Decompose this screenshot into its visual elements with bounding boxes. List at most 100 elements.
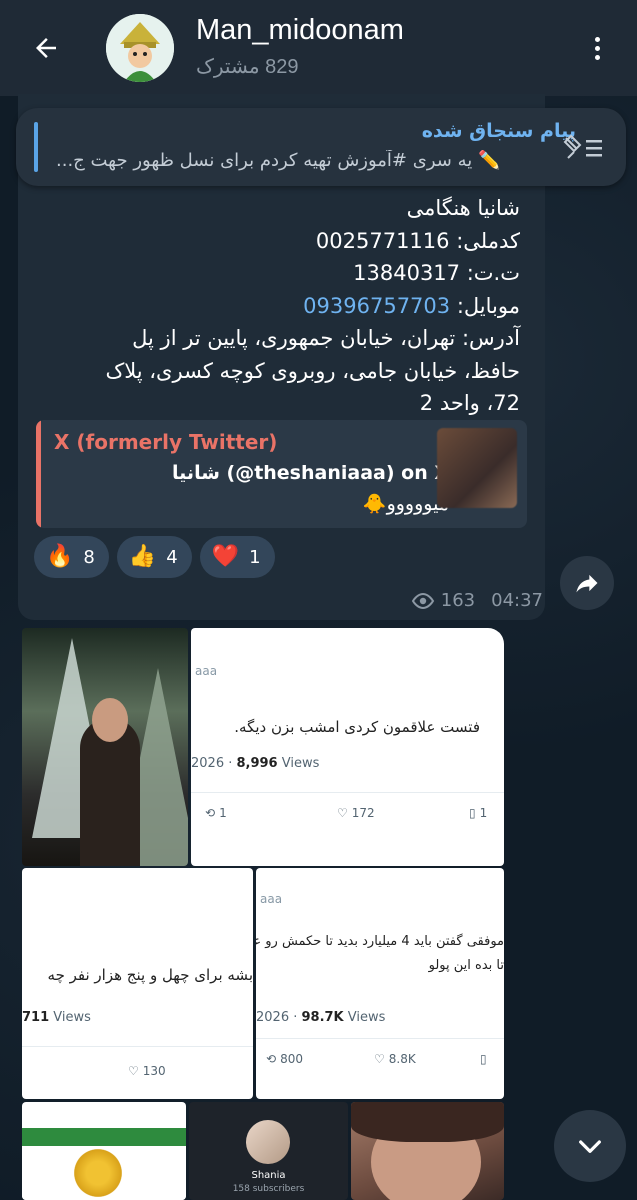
tweet-text: فتست علاقمون کردی امشب بزن دیگه. [234, 718, 480, 736]
tweet-divider [22, 1046, 253, 1047]
pinned-message-bar[interactable]: پیام سنجاق شده ✏️ یه سری #آموزش تهیه کرد… [16, 108, 626, 186]
preview-accent-bar [36, 420, 41, 528]
reaction-count: 1 [249, 546, 261, 568]
tweet-text: بشه برای چهل و پنج هزار نفر چه [47, 966, 253, 984]
tweet-divider [191, 792, 504, 793]
media-tweet-screenshot[interactable]: aaa موفقی گفتن باید 4 میلیارد بدید تا حک… [256, 868, 504, 1099]
bookmark-icon: ▯ [480, 1052, 487, 1066]
message-time: 04:37 [491, 590, 543, 611]
phone-link[interactable]: 09396757703 [303, 294, 450, 318]
media-tweet-screenshot[interactable]: بشه برای چهل و پنج هزار نفر چه 711 Views… [22, 868, 253, 1099]
dot-icon [594, 45, 600, 51]
thumbs-up-icon: 👍 [128, 544, 157, 569]
scroll-down-button[interactable] [554, 1110, 626, 1182]
subscriber-count: 829 مشترک [196, 56, 299, 78]
bookmark-icon: ▯ [469, 806, 476, 820]
message-meta: 163 04:37 [411, 590, 543, 611]
preview-site-name: X (formerly Twitter) [54, 430, 278, 454]
tweet-date: 2026 · 98.7K Views [256, 1010, 385, 1025]
tweet-retweets: ⟲ 800 [266, 1052, 303, 1066]
tweet-likes: ♡ 130 [128, 1064, 166, 1078]
channel-avatar[interactable] [106, 14, 174, 82]
media-photo[interactable] [351, 1102, 504, 1200]
share-arrow-icon [576, 574, 598, 593]
tweet-bookmarks: ▯ 1 [469, 806, 487, 820]
tweet-date: 711 Views [22, 1010, 91, 1025]
tweet-text: تا بده این پولو [428, 958, 504, 973]
unpin-list-icon[interactable] [562, 132, 606, 162]
message-line: 72، واحد 2 [419, 391, 520, 415]
pinned-indicator [34, 122, 38, 172]
like-count: 8.8K [388, 1052, 416, 1066]
more-menu-button[interactable] [579, 30, 615, 66]
eye-icon [411, 592, 434, 609]
chevron-down-icon [579, 1140, 601, 1153]
message-line: آدرس: تهران، خیابان جمهوری، پایین تر از … [132, 326, 520, 350]
reaction-count: 8 [83, 546, 95, 568]
like-count: 130 [142, 1064, 166, 1078]
retweet-icon: ⟲ [205, 806, 216, 820]
tweet-views-label: Views [343, 1010, 386, 1025]
retweet-count: 1 [219, 806, 227, 820]
heart-outline-icon: ♡ [128, 1064, 139, 1078]
reaction-fire[interactable]: 🔥 8 [34, 536, 109, 578]
message-line: شانیا هنگامی [406, 196, 520, 220]
bookmark-count: 1 [479, 806, 488, 820]
media-channel-card[interactable]: Shania 158 subscribers [189, 1102, 348, 1200]
lion-and-sun-emblem [68, 1148, 128, 1198]
channel-card-subs: 158 subscribers [232, 1184, 305, 1194]
tweet-views: 711 [22, 1010, 50, 1025]
preview-description: میووووو🐥 [362, 493, 449, 515]
preview-thumbnail [437, 428, 517, 508]
reaction-thumbs-up[interactable]: 👍 4 [116, 536, 192, 578]
tweet-likes: ♡ 172 [337, 806, 375, 820]
flag-green-stripe [22, 1128, 186, 1146]
link-preview[interactable]: X (formerly Twitter) شانیا (@theshaniaaa… [36, 420, 527, 528]
tweet-divider [256, 1038, 504, 1039]
reaction-heart[interactable]: ❤️ 1 [199, 536, 275, 578]
message-text: شانیا هنگامی کدملی: 0025771116 ت.ت: 1384… [40, 192, 520, 420]
message-line: کدملی: 0025771116 [315, 228, 520, 253]
tweet-text: موفقی گفتن باید 4 میلیارد بدید تا حکمش ر… [256, 934, 504, 949]
hair-shape [351, 1102, 504, 1142]
dot-icon [594, 54, 600, 60]
tweet-bookmarks: ▯ [480, 1052, 487, 1066]
media-flag-image[interactable] [22, 1102, 186, 1200]
tweet-date-text: 2026 · [191, 756, 237, 771]
channel-card-avatar [246, 1120, 290, 1164]
channel-title[interactable]: Man_midoonam [196, 14, 404, 47]
reactions-row: 🔥 8 👍 4 ❤️ 1 [34, 536, 275, 578]
media-tweet-screenshot[interactable]: aaa فتست علاقمون کردی امشب بزن دیگه. 202… [191, 628, 504, 866]
retweet-count: 800 [280, 1052, 303, 1066]
channel-card-name: Shania [251, 1170, 286, 1181]
arrow-left-icon [36, 38, 56, 58]
view-count: 163 [440, 590, 476, 611]
heart-outline-icon: ♡ [374, 1052, 385, 1066]
share-button[interactable] [560, 556, 614, 610]
reaction-count: 4 [166, 546, 178, 568]
tweet-date: 2026 · 8,996 Views [191, 756, 319, 771]
heart-icon: ❤️ [211, 544, 240, 569]
message-line: موبایل: 09396757703 [40, 290, 520, 323]
tweet-views-label: Views [277, 756, 320, 771]
preview-title: شانیا (@theshaniaaa) on X [172, 462, 449, 484]
tweet-likes: ♡ 8.8K [374, 1052, 416, 1066]
tweet-views: 8,996 [236, 756, 278, 771]
fire-icon: 🔥 [46, 544, 74, 569]
tweet-handle: aaa [195, 664, 218, 678]
back-button[interactable] [26, 28, 66, 68]
dot-icon [594, 36, 600, 42]
chat-header: Man_midoonam 829 مشترک [0, 0, 637, 96]
tweet-retweets: ⟲ 1 [205, 806, 227, 820]
phone-label: موبایل: [450, 293, 520, 318]
media-photo[interactable] [22, 628, 188, 866]
like-count: 172 [351, 806, 375, 820]
avatar-illustration [106, 14, 174, 82]
message-line: ت.ت: 13840317 [353, 261, 520, 285]
tweet-date-text: 2026 · [256, 1010, 302, 1025]
tweet-views: 98.7K [301, 1010, 344, 1025]
tweet-handle: aaa [260, 892, 283, 906]
tweet-views-label: Views [49, 1010, 91, 1025]
retweet-icon: ⟲ [266, 1052, 277, 1066]
pinned-label: پیام سنجاق شده [421, 120, 576, 142]
